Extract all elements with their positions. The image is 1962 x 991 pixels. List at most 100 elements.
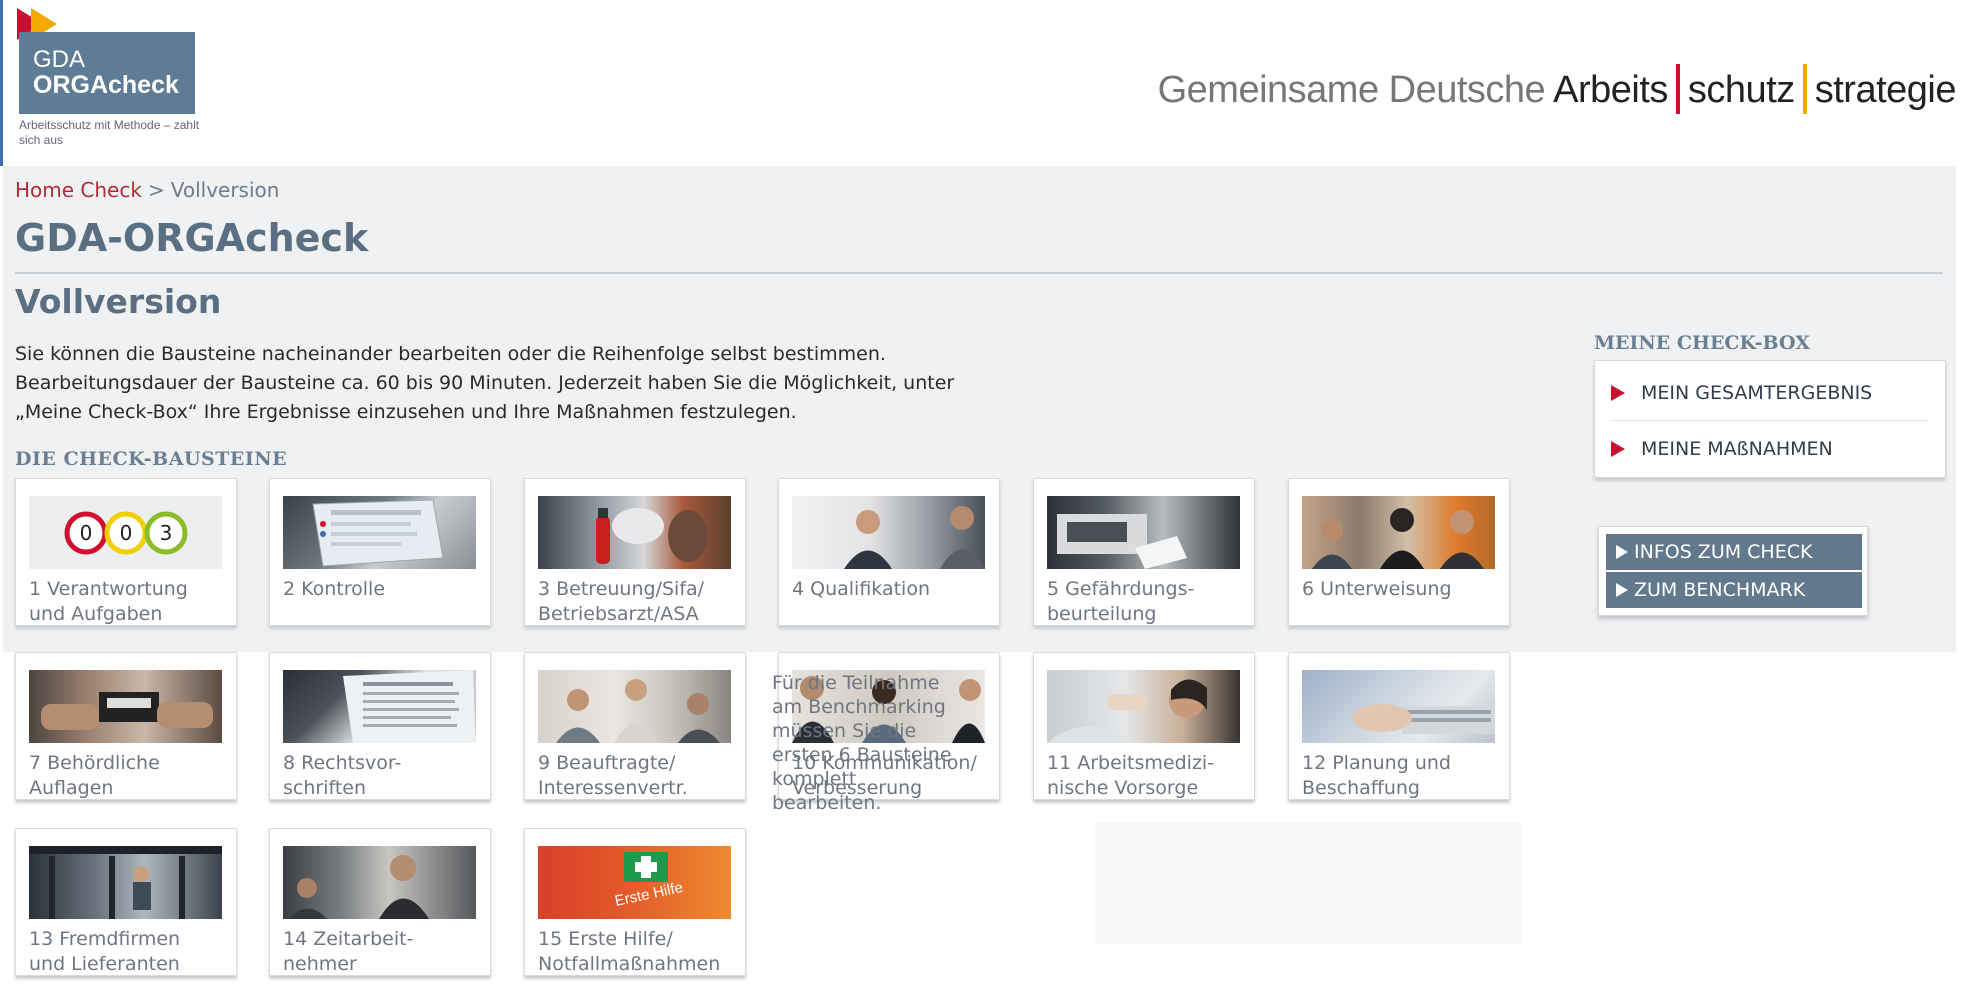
module-label: 3 Betreuung/Sifa/Betriebsarzt/ASA xyxy=(538,577,748,627)
breadcrumb-separator: > xyxy=(147,178,165,202)
module-label-line1: 15 Erste Hilfe/ xyxy=(538,928,673,950)
module-label: 11 Arbeitsmedizi-nische Vorsorge xyxy=(1047,751,1257,801)
menu-item-overall-result[interactable]: MEIN GESAMTERGEBNIS xyxy=(1611,365,1931,421)
menu-item-label: MEIN GESAMTERGEBNIS xyxy=(1641,382,1873,404)
first-aid-photo: Erste Hilfe xyxy=(538,846,731,919)
module-label: 15 Erste Hilfe/Notfallmaßnahmen xyxy=(538,927,748,977)
qualification-photo xyxy=(792,496,985,569)
module-tile-5[interactable]: 5 Gefährdungs-beurteilung xyxy=(1033,478,1255,626)
module-label-line1: 14 Zeitarbeit- xyxy=(283,928,414,950)
contractors-photo xyxy=(29,846,222,919)
note-line: müssen Sie die xyxy=(772,720,917,742)
module-label-line1: 1 Verantwortung xyxy=(29,578,188,600)
note-line: ersten 6 Bausteine xyxy=(772,744,952,766)
infos-zum-check-button[interactable]: INFOS ZUM CHECK xyxy=(1606,534,1862,570)
module-tile-12[interactable]: 12 Planung und Beschaffung xyxy=(1288,652,1510,800)
module-label-line1: 11 Arbeitsmedizi- xyxy=(1047,752,1215,774)
logo-line1: GDA xyxy=(33,46,86,73)
gda-title-part3: schutz xyxy=(1687,69,1795,111)
module-tile-9[interactable]: 9 Beauftragte/Interessenvertr. xyxy=(524,652,746,800)
module-tile-8[interactable]: 8 Rechtsvor-schriften xyxy=(269,652,491,800)
module-label-line2: und Aufgaben xyxy=(29,603,163,625)
module-label-line2: beurteilung xyxy=(1047,603,1157,625)
menu-item-my-measures[interactable]: MEINE MAßNAHMEN xyxy=(1611,421,1931,477)
check-modules-heading: DIE CHECK-BAUSTEINE xyxy=(15,448,288,470)
module-label-line1: 9 Beauftragte/ xyxy=(538,752,676,774)
fire-extinguisher-photo xyxy=(538,496,731,569)
module-tile-3[interactable]: 3 Betreuung/Sifa/Betriebsarzt/ASA xyxy=(524,478,746,626)
intro-line: Bearbeitungsdauer der Bausteine ca. 60 b… xyxy=(15,372,955,394)
circle-label-3: 3 xyxy=(160,521,173,545)
module-label-line2: schriften xyxy=(283,777,367,799)
module-label-line1: 2 Kontrolle xyxy=(283,578,386,600)
module-label-line1: 7 Behördliche xyxy=(29,752,160,774)
play-arrow-icon xyxy=(1616,545,1628,559)
module-tile-7[interactable]: 7 Behördliche Auflagen xyxy=(15,652,237,800)
breadcrumb-home-link[interactable]: Home Check xyxy=(15,178,142,202)
module-label-line1: 13 Fremdfirmen xyxy=(29,928,181,950)
temporary-workers-photo xyxy=(283,846,476,919)
page-header: GDA ORGAcheck Arbeitsschutz mit Methode … xyxy=(0,0,1962,166)
module-tile-6[interactable]: 6 Unterweisung xyxy=(1288,478,1510,626)
logo-box: GDA ORGAcheck xyxy=(19,32,195,114)
module-tile-1[interactable]: 0 0 3 1 Verantwortung und Aufgaben xyxy=(15,478,237,626)
risk-assessment-photo xyxy=(1047,496,1240,569)
gold-divider xyxy=(1802,64,1807,114)
menu-item-label: MEINE MAßNAHMEN xyxy=(1641,438,1833,460)
note-line: bearbeiten. xyxy=(772,792,882,814)
module-label: 13 Fremdfirmen und Lieferanten xyxy=(29,927,239,977)
info-buttons-box: INFOS ZUM CHECK ZUM BENCHMARK xyxy=(1598,526,1868,616)
gda-title-part4: strategie xyxy=(1814,69,1957,111)
module-label: 1 Verantwortung und Aufgaben xyxy=(29,577,239,627)
authority-requirements-photo xyxy=(29,670,222,743)
module-label-line2: und Lieferanten xyxy=(29,953,180,975)
module-label-line2: nische Vorsorge xyxy=(1047,777,1199,799)
module-label: 12 Planung und Beschaffung xyxy=(1302,751,1512,801)
note-line: komplett xyxy=(772,768,857,790)
title-divider xyxy=(15,272,1943,274)
module-tile-14[interactable]: 14 Zeitarbeit-nehmer xyxy=(269,828,491,976)
module-label-line1: 12 Planung und xyxy=(1302,752,1451,774)
module-label: 5 Gefährdungs-beurteilung xyxy=(1047,577,1257,627)
module-tile-2[interactable]: 2 Kontrolle xyxy=(269,478,491,626)
module-label-line2: Auflagen xyxy=(29,777,114,799)
representatives-photo xyxy=(538,670,731,743)
red-divider xyxy=(1675,64,1680,114)
page-root: GDA ORGAcheck Arbeitsschutz mit Methode … xyxy=(0,0,1962,991)
module-tile-15[interactable]: Erste Hilfe 15 Erste Hilfe/Notfallmaßnah… xyxy=(524,828,746,976)
benchmark-note: Für die Teilnahme am Benchmarking müssen… xyxy=(772,671,992,815)
gda-strategy-title: Gemeinsame Deutsche Arbeits schutz strateg… xyxy=(1157,60,1957,120)
first-aid-sign-label: Erste Hilfe xyxy=(613,879,684,910)
module-label: 7 Behördliche Auflagen xyxy=(29,751,239,801)
occupational-medicine-photo xyxy=(1047,670,1240,743)
page-title: GDA-ORGAcheck xyxy=(15,216,369,260)
module-label-line2: Notfallmaßnahmen xyxy=(538,953,721,975)
zum-benchmark-button[interactable]: ZUM BENCHMARK xyxy=(1606,572,1862,608)
circle-label-2: 0 xyxy=(120,521,133,545)
module-label: 6 Unterweisung xyxy=(1302,577,1512,602)
module-label-line1: 8 Rechtsvor- xyxy=(283,752,402,774)
circle-label-1: 0 xyxy=(80,521,93,545)
play-arrow-icon xyxy=(1616,583,1628,597)
logo-line2: ORGAcheck xyxy=(33,71,179,99)
section-title: Vollversion xyxy=(15,282,222,321)
module-label: 14 Zeitarbeit-nehmer xyxy=(283,927,493,977)
module-tile-13[interactable]: 13 Fremdfirmen und Lieferanten xyxy=(15,828,237,976)
module-label-line1: 5 Gefährdungs- xyxy=(1047,578,1195,600)
module-label: 9 Beauftragte/Interessenvertr. xyxy=(538,751,748,801)
check-box-menu: MEIN GESAMTERGEBNIS MEINE MAßNAHMEN xyxy=(1594,360,1946,478)
instruction-photo xyxy=(1302,496,1495,569)
gda-orgacheck-logo[interactable]: GDA ORGAcheck Arbeitsschutz mit Methode … xyxy=(17,8,207,158)
module-tile-11[interactable]: 11 Arbeitsmedizi-nische Vorsorge xyxy=(1033,652,1255,800)
gda-title-part1: Gemeinsame Deutsche xyxy=(1157,69,1546,111)
note-line: Für die Teilnahme xyxy=(772,672,940,694)
gda-title-part2: Arbeits xyxy=(1553,69,1668,111)
module-tile-4[interactable]: 4 Qualifikation xyxy=(778,478,1000,626)
logo-tagline: Arbeitsschutz mit Methode – zahlt sich a… xyxy=(19,118,200,147)
module-label-line2: Interessenvertr. xyxy=(538,777,688,799)
check-box-heading: MEINE CHECK-BOX xyxy=(1594,332,1810,354)
module-label: 8 Rechtsvor-schriften xyxy=(283,751,493,801)
module-label-line2: nehmer xyxy=(283,953,357,975)
breadcrumb: Home Check > Vollversion xyxy=(15,178,279,202)
planning-procurement-photo xyxy=(1302,670,1495,743)
